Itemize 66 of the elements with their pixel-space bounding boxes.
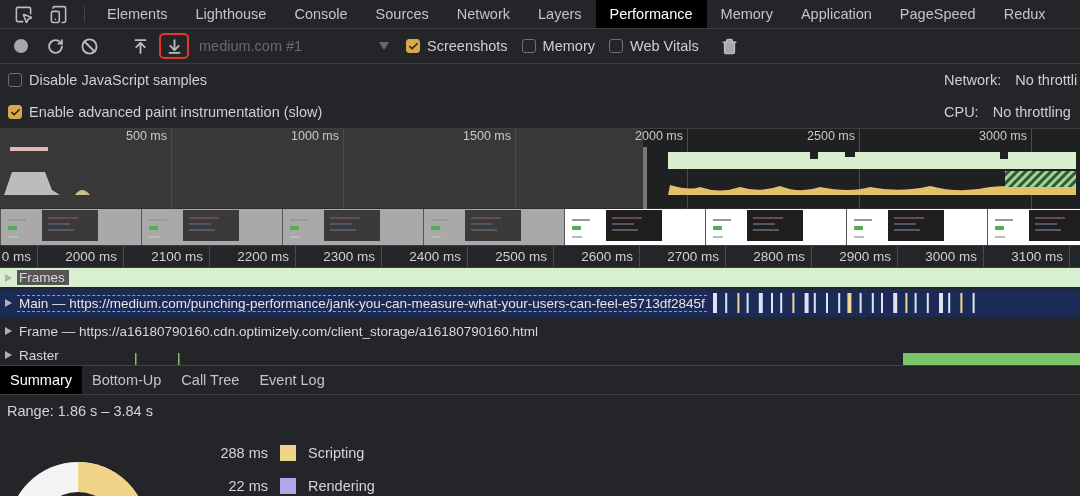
cpu-area <box>75 190 90 195</box>
tick-label: 500 ms <box>126 129 167 143</box>
tab[interactable]: Layers <box>524 0 596 28</box>
ruler-label: 2600 ms <box>581 249 633 264</box>
tick-label: 2000 ms <box>635 129 683 143</box>
caret-icon <box>379 42 389 50</box>
network-bar <box>10 147 48 151</box>
download-icon[interactable] <box>159 33 189 59</box>
checkbox[interactable] <box>8 105 22 119</box>
expand-icon[interactable] <box>5 351 12 359</box>
expand-icon[interactable] <box>5 327 12 335</box>
checkbox[interactable] <box>521 39 536 53</box>
legend-label: Rendering <box>308 478 375 495</box>
legend-value: 288 ms <box>219 444 268 461</box>
tab[interactable]: Summary <box>0 366 83 394</box>
setting-label: Network: <box>944 72 1002 88</box>
setting-label: CPU: <box>944 104 979 120</box>
tab[interactable]: PageSpeed <box>885 0 990 28</box>
ruler-label: 2000 ms <box>65 249 117 264</box>
ruler-label: 2900 ms <box>839 249 891 264</box>
tab[interactable]: Memory <box>706 0 787 28</box>
tick-label: 1500 ms <box>463 129 511 143</box>
ruler-label: 2800 ms <box>753 249 805 264</box>
tick-label: 2500 ms <box>807 129 855 143</box>
checkbox[interactable] <box>609 39 623 53</box>
track-label[interactable]: Frames <box>17 270 69 285</box>
ruler-label: 2500 ms <box>495 249 547 264</box>
tab[interactable]: Bottom-Up <box>82 366 172 394</box>
checkbox-label: Memory <box>542 38 595 54</box>
ruler-label: 0 ms <box>1 249 31 264</box>
ruler-label: 3000 ms <box>925 249 977 264</box>
ruler-label: 2400 ms <box>409 249 461 264</box>
idle-area <box>4 172 60 195</box>
tab[interactable]: Redux <box>989 0 1060 28</box>
tick-label: 3000 ms <box>979 129 1027 143</box>
expand-icon[interactable] <box>5 299 12 307</box>
ruler-label: 2300 ms <box>323 249 375 264</box>
ruler-label: 2100 ms <box>151 249 203 264</box>
tab[interactable]: Sources <box>361 0 443 28</box>
checkbox[interactable] <box>8 73 22 87</box>
setting-value[interactable]: No throttling <box>992 104 1071 120</box>
tab[interactable]: Lighthouse <box>181 0 281 28</box>
tick-label: 1000 ms <box>291 129 339 143</box>
track-label[interactable]: Raster <box>17 347 63 363</box>
checkbox-label: Screenshots <box>427 38 508 54</box>
legend-value: 22 ms <box>227 478 268 495</box>
checkbox[interactable] <box>406 39 420 53</box>
setting-value[interactable]: No throttli <box>1015 72 1078 88</box>
ruler-label: 2200 ms <box>237 249 289 264</box>
checkbox-label: Disable JavaScript samples <box>29 72 208 88</box>
tab[interactable]: Application <box>786 0 886 28</box>
tab[interactable]: Network <box>442 0 524 28</box>
range-text: Range: 1.86 s – 3.84 s <box>6 402 154 421</box>
tab[interactable]: Elements <box>93 0 182 28</box>
selection-handle[interactable] <box>643 147 647 209</box>
track-label[interactable]: Frame — https://a16180790160.cdn.optimizely.com/client_storage/a16180790160.html <box>17 323 543 339</box>
ruler-label: 2700 ms <box>667 249 719 264</box>
tab[interactable]: Event Log <box>249 366 335 394</box>
checkbox-label: Web Vitals <box>630 38 699 54</box>
tab[interactable]: Console <box>280 0 362 28</box>
tab[interactable]: Call Tree <box>171 366 250 394</box>
hatched-area <box>1005 171 1076 187</box>
ruler-label: 3100 ms <box>1011 249 1063 264</box>
tab[interactable]: Performance <box>595 0 707 28</box>
legend-label: Scripting <box>308 444 366 461</box>
checkbox-label: Enable advanced paint instrumentation (slow) <box>29 104 323 120</box>
